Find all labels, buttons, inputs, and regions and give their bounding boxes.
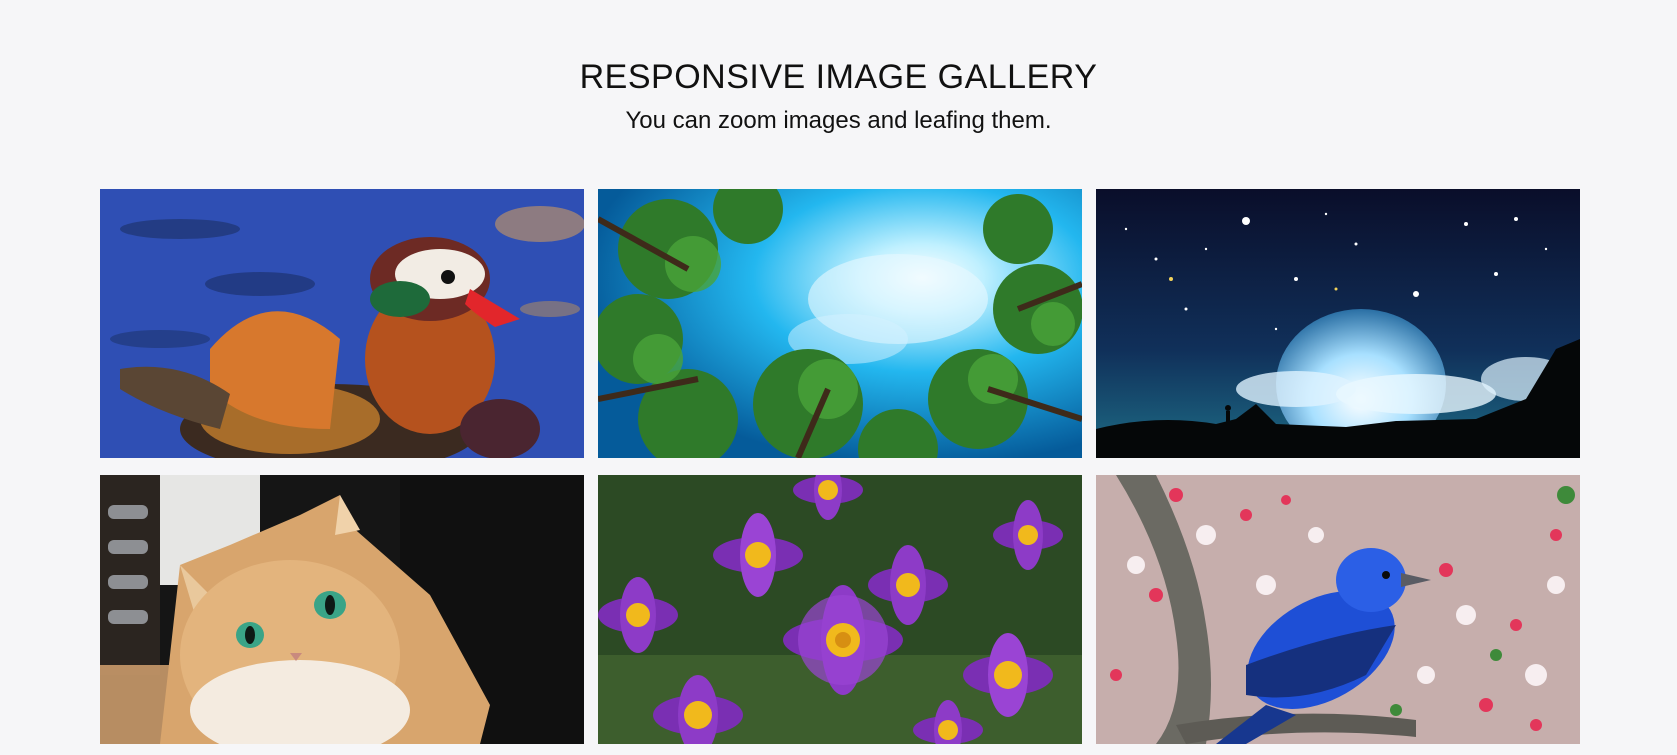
gallery-image-forest[interactable]	[598, 189, 1082, 458]
gallery-image-bird[interactable]	[1096, 475, 1580, 744]
cat-image	[100, 475, 584, 744]
duck-image	[100, 189, 584, 458]
gallery-image-duck[interactable]	[100, 189, 584, 458]
image-gallery	[100, 189, 1580, 744]
page-title: RESPONSIVE IMAGE GALLERY	[579, 58, 1098, 96]
gallery-image-night-sky[interactable]	[1096, 189, 1580, 458]
gallery-image-flowers[interactable]	[598, 475, 1082, 744]
gallery-image-cat[interactable]	[100, 475, 584, 744]
bird-image	[1096, 475, 1580, 744]
flowers-image	[598, 475, 1082, 744]
page-subtitle: You can zoom images and leafing them.	[625, 107, 1052, 134]
forest-image	[598, 189, 1082, 458]
page-header: RESPONSIVE IMAGE GALLERY You can zoom im…	[0, 0, 1677, 137]
night-sky-image	[1096, 189, 1580, 458]
